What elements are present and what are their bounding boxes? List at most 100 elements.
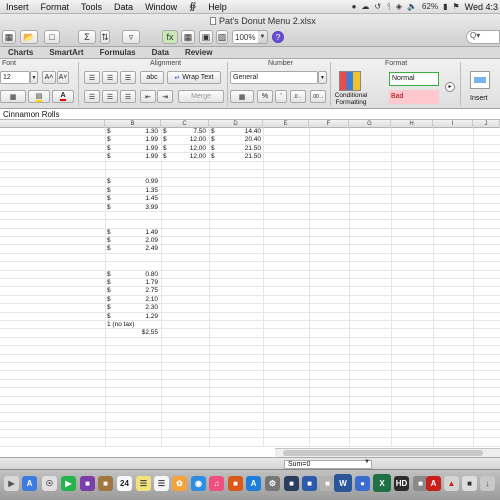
status-icon-1[interactable]: ● (352, 2, 357, 11)
toolbox-icon[interactable]: ▦ (181, 30, 195, 44)
cell-d-currency[interactable]: $ (211, 136, 223, 144)
table-row[interactable]: $1.99 $12.00 $20.40 (0, 136, 500, 145)
acrobat-icon[interactable]: A (426, 476, 441, 491)
app3-icon[interactable]: ■ (302, 476, 317, 491)
cell-b-currency[interactable]: $ (107, 229, 119, 237)
messages-icon[interactable]: ◉ (191, 476, 206, 491)
tab-formulas[interactable]: Formulas (92, 47, 144, 58)
decrease-decimal-icon[interactable]: .00→ (310, 90, 326, 103)
column-header-f[interactable]: F (309, 120, 349, 128)
insert-cells-icon[interactable] (470, 71, 490, 89)
cell-c[interactable]: 12.00 (175, 145, 206, 153)
menu-help[interactable]: Help (202, 2, 233, 12)
table-row[interactable] (0, 388, 500, 397)
increase-indent-icon[interactable]: ⇥ (157, 90, 173, 103)
cell-b-currency[interactable]: $ (107, 271, 119, 279)
script-menu-icon[interactable]: ∯ (183, 1, 202, 12)
cell-b[interactable]: 3.99 (119, 204, 158, 212)
appstore2-icon[interactable]: A (246, 476, 261, 491)
open-icon[interactable]: 📂 (20, 30, 38, 44)
styles-next-icon[interactable]: ▸ (445, 82, 455, 92)
cell-c[interactable]: 7.50 (175, 128, 206, 136)
menu-format[interactable]: Format (35, 2, 76, 12)
cell-d[interactable]: 14.40 (223, 128, 261, 136)
orientation-button[interactable]: abc (140, 71, 164, 84)
scrollbar-thumb[interactable] (283, 450, 483, 456)
new-icon[interactable]: ▦ (2, 30, 16, 44)
table-row[interactable] (0, 421, 500, 431)
merge-button[interactable]: Merge (178, 90, 224, 103)
table-row[interactable] (0, 404, 500, 414)
media-browser-icon[interactable]: ▣ (199, 30, 213, 44)
table-row[interactable]: $1.99 $12.00 $21.50 (0, 153, 500, 162)
number-format-icon[interactable]: ▦ (230, 90, 254, 103)
cell-b-currency[interactable]: $ (107, 195, 119, 203)
table-row[interactable]: $0.99 (0, 178, 500, 187)
font-color-icon[interactable]: A (52, 90, 74, 103)
cell-b-text[interactable]: 1 (no tax) (107, 321, 161, 329)
table-row[interactable]: $2.55 (0, 329, 500, 338)
word-icon[interactable]: W (334, 474, 352, 492)
sum-display[interactable]: Sum=0 (284, 460, 372, 469)
column-header-h[interactable]: H (391, 120, 433, 128)
cell-b-currency[interactable]: $ (107, 304, 119, 312)
cell-c[interactable]: 12.00 (175, 136, 206, 144)
cell-b-currency[interactable]: $ (107, 287, 119, 295)
align-left-icon[interactable]: ☰ (84, 90, 100, 103)
cell-b[interactable]: 1.45 (119, 195, 158, 203)
downloads-icon[interactable]: ↓ (480, 476, 495, 491)
pdf-icon[interactable]: ▲ (444, 476, 459, 491)
table-row[interactable] (0, 396, 500, 405)
cell-b-currency[interactable]: $ (107, 178, 119, 186)
app7-icon[interactable]: ■ (462, 476, 477, 491)
table-row[interactable]: $2.30 (0, 304, 500, 313)
table-row[interactable]: $2.75 (0, 287, 500, 296)
cell-d[interactable]: 21.50 (223, 153, 261, 161)
cell-d[interactable]: 21.50 (223, 145, 261, 153)
cell-b-total[interactable]: $2.55 (119, 329, 158, 337)
percent-icon[interactable]: % (257, 90, 273, 103)
cell-c-currency[interactable]: $ (163, 128, 175, 136)
table-row[interactable]: $1.79 (0, 279, 500, 288)
reminders-icon[interactable]: ☰ (154, 476, 169, 491)
table-row[interactable] (0, 337, 500, 347)
zoom-dropdown-icon[interactable]: ▼ (258, 30, 268, 44)
font-size-dropdown-icon[interactable]: ▼ (30, 71, 38, 84)
cell-b[interactable]: 2.49 (119, 245, 158, 253)
column-header-d[interactable]: D (209, 120, 263, 128)
photos-icon[interactable]: ✿ (172, 476, 187, 491)
table-row[interactable] (0, 362, 500, 372)
cell-c-currency[interactable]: $ (163, 145, 175, 153)
cell-c-currency[interactable]: $ (163, 136, 175, 144)
spreadsheet-grid[interactable]: B C D E F G H I J $1.30 $7.50 $14.40 $1.99 $… (0, 120, 500, 448)
flag-icon[interactable]: ⚑ (452, 2, 459, 11)
cell-b[interactable]: 1.35 (119, 187, 158, 195)
table-row[interactable] (0, 169, 500, 179)
app5-icon[interactable]: ● (355, 476, 370, 491)
tab-charts[interactable]: Charts (0, 47, 41, 58)
cell-b-currency[interactable]: $ (107, 313, 119, 321)
cell-b[interactable]: 1.99 (119, 136, 158, 144)
table-row[interactable]: $1.99 $12.00 $21.50 (0, 144, 500, 154)
table-row[interactable]: $1.29 (0, 312, 500, 321)
cell-b[interactable]: 1.30 (119, 128, 158, 136)
table-row[interactable]: $1.30 $7.50 $14.40 (0, 128, 500, 137)
conditional-formatting-icon[interactable] (339, 71, 361, 91)
battery-icon[interactable]: ▮ (443, 2, 447, 11)
align-right-icon[interactable]: ☰ (120, 90, 136, 103)
style-bad[interactable]: Bad (389, 90, 439, 104)
decrease-indent-icon[interactable]: ⇤ (140, 90, 156, 103)
cell-b[interactable]: 2.75 (119, 287, 158, 295)
menu-insert[interactable]: Insert (0, 2, 35, 12)
cell-b[interactable]: 1.99 (119, 145, 158, 153)
tab-smartart[interactable]: SmartArt (41, 47, 91, 58)
cell-d[interactable]: 20.40 (223, 136, 261, 144)
formula-bar[interactable]: Cinnamon Rolls (0, 109, 500, 120)
font-size-field[interactable]: 12 (0, 71, 30, 84)
column-header-a[interactable] (0, 120, 105, 128)
align-bottom-icon[interactable]: ☰ (120, 71, 136, 84)
borders-icon[interactable]: ▦ (0, 90, 26, 103)
cell-b-currency[interactable]: $ (107, 145, 119, 153)
column-header-b[interactable]: B (105, 120, 161, 128)
table-row[interactable]: $2.49 (0, 245, 500, 254)
